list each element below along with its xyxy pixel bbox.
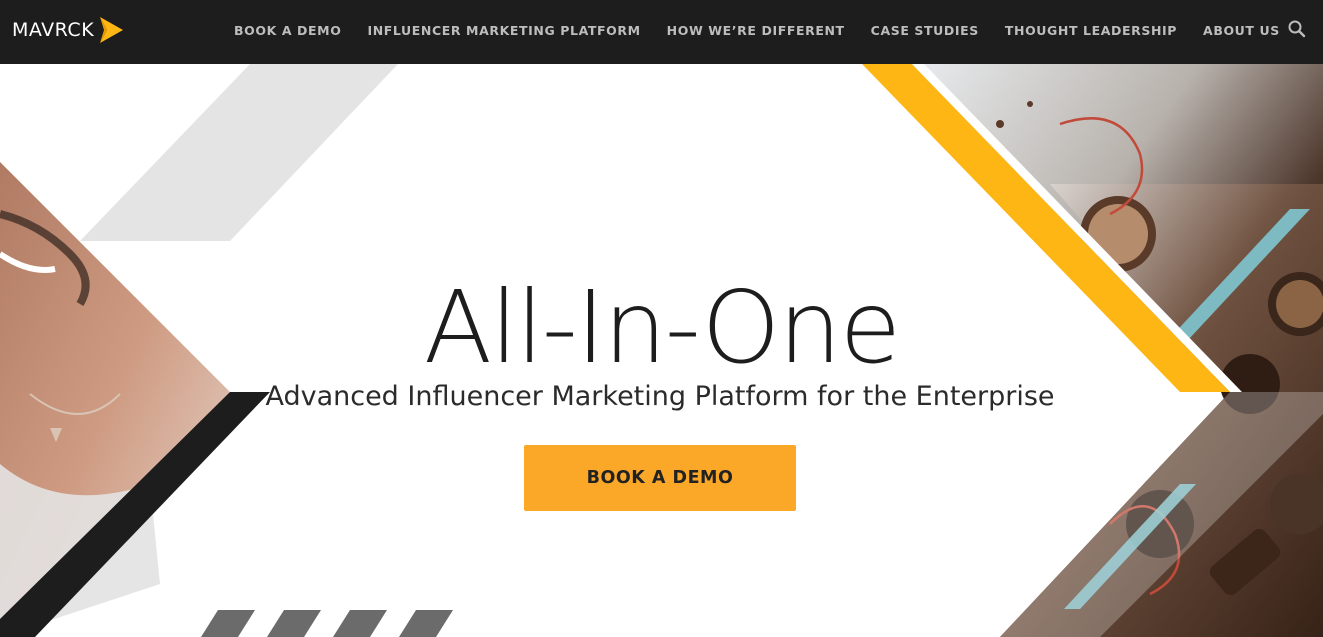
book-a-demo-button[interactable]: BOOK A DEMO [524, 445, 796, 511]
dash-1 [201, 610, 255, 637]
dash-3 [333, 610, 387, 637]
dash-2 [267, 610, 321, 637]
gray-stripe [80, 64, 398, 241]
nav-about-us[interactable]: ABOUT US [1190, 23, 1293, 38]
main-nav: BOOK A DEMO INFLUENCER MARKETING PLATFOR… [221, 0, 1293, 60]
logo-text: MAVRCK [12, 19, 95, 41]
search-icon[interactable] [1287, 19, 1307, 39]
logo-arrow-icon [100, 17, 124, 43]
nav-how-were-different[interactable]: HOW WE’RE DIFFERENT [654, 23, 858, 38]
mavrck-logo[interactable]: MAVRCK [12, 15, 124, 45]
nav-influencer-marketing-platform[interactable]: INFLUENCER MARKETING PLATFORM [354, 23, 653, 38]
dash-4 [399, 610, 453, 637]
nav-case-studies[interactable]: CASE STUDIES [858, 23, 992, 38]
hero-subtitle: Advanced Influencer Marketing Platform f… [265, 381, 1055, 412]
nav-thought-leadership[interactable]: THOUGHT LEADERSHIP [992, 23, 1190, 38]
nav-book-a-demo[interactable]: BOOK A DEMO [221, 23, 354, 38]
top-navigation-bar: MAVRCK BOOK A DEMO INFLUENCER MARKETING … [0, 0, 1323, 64]
hero-section: All-In-One Advanced Influencer Marketing… [0, 64, 1323, 637]
hero-title: All-In-One [423, 269, 901, 386]
